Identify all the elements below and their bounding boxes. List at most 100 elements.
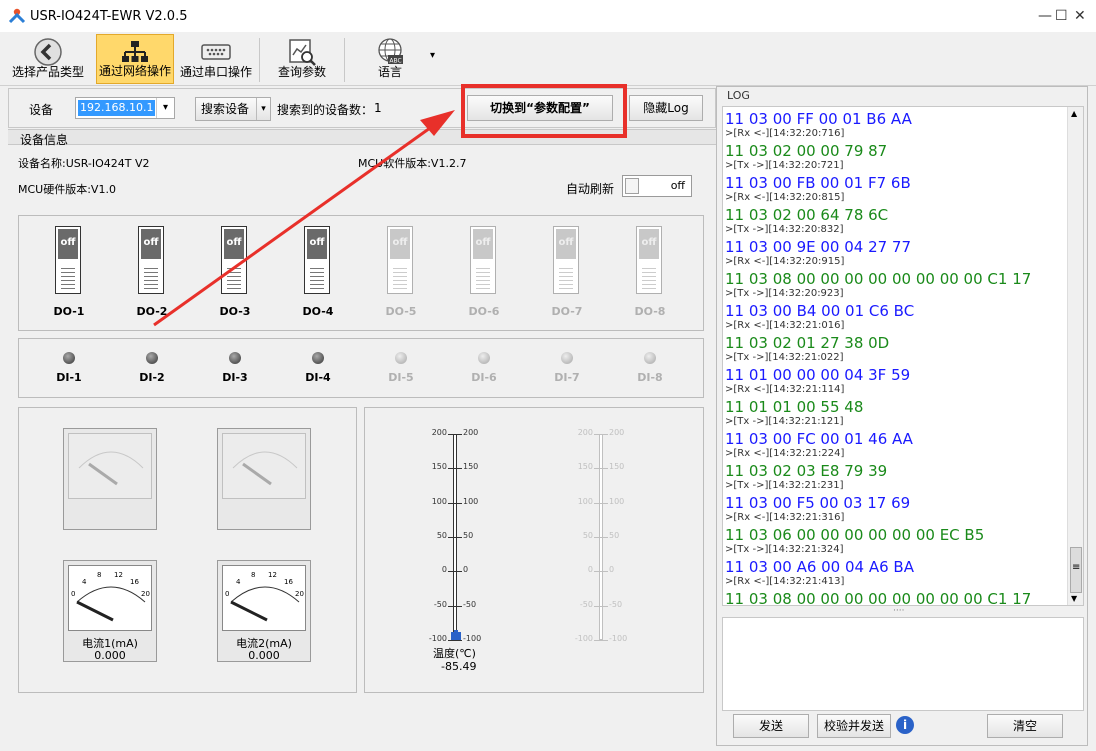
- log-hex-line: 11 03 00 FB 00 01 F7 6B: [725, 174, 911, 192]
- info-icon[interactable]: i: [896, 716, 914, 734]
- di-label-6: DI-6: [471, 371, 497, 384]
- di-led-7: [561, 352, 573, 364]
- log-timestamp-line: >[Rx <-][14:32:21:413]: [725, 576, 845, 587]
- window-title: USR-IO424T-EWR V2.0.5: [30, 9, 188, 24]
- search-dropdown-arrow[interactable]: ▾: [256, 98, 270, 120]
- language-dropdown-arrow[interactable]: ▾: [430, 50, 435, 61]
- do-label-2: DO-2: [136, 305, 168, 318]
- scroll-down-icon[interactable]: ▼: [1071, 594, 1077, 603]
- current2-gauge: 0 4 8 12 16 20 电流2(mA) 0.000: [217, 560, 311, 662]
- switch-grip: [393, 265, 407, 291]
- thermo-tick-right: -50: [463, 599, 477, 609]
- log-hex-line: 11 03 00 FC 00 01 46 AA: [725, 430, 913, 448]
- thermo-tick-mark: [448, 571, 462, 573]
- ip-combo-arrow[interactable]: ▾: [156, 98, 174, 118]
- send-button[interactable]: 发送: [733, 714, 809, 738]
- log-splitter[interactable]: ····: [893, 606, 904, 616]
- log-hex-line: 11 03 02 00 00 79 87: [725, 142, 888, 160]
- thermo-tick-right: 50: [463, 530, 474, 540]
- switch-grip: [144, 265, 158, 291]
- toggle-knob: [625, 178, 639, 194]
- log-hex-line: 11 03 06 00 00 00 00 00 00 EC B5: [725, 526, 985, 544]
- do-label-8: DO-8: [634, 305, 666, 318]
- send-input[interactable]: [722, 617, 1084, 711]
- thermo-tick-mark: [448, 502, 462, 504]
- log-scrollbar[interactable]: ▲ ≡ ▼: [1067, 107, 1083, 605]
- do-switch-2[interactable]: off: [138, 226, 164, 294]
- serial-op-button[interactable]: 通过串口操作: [176, 34, 256, 84]
- device-row: 设备 192.168.10.1 ▾ 搜索设备 ▾ 搜索到的设备数： 1 切换到“…: [8, 88, 716, 128]
- thermo-tick-left: 0: [441, 565, 447, 575]
- di-label-8: DI-8: [637, 371, 663, 384]
- thermo-tick-right: 200: [463, 428, 479, 437]
- auto-refresh-value: off: [670, 179, 685, 192]
- do-label-1: DO-1: [53, 305, 85, 318]
- gauge-disabled-1: [63, 428, 157, 530]
- search-device-button[interactable]: 搜索设备 ▾: [195, 97, 271, 121]
- thermo-tick-right: 100: [463, 496, 479, 506]
- log-hex-line: 11 03 02 03 E8 79 39: [725, 462, 888, 480]
- do-switch-1[interactable]: off: [55, 226, 81, 294]
- current1-gauge: 0 4 8 12 16 20 电流1(mA) 0.000: [63, 560, 157, 662]
- di-label-5: DI-5: [388, 371, 414, 384]
- thermo-tick-left: 200: [431, 428, 447, 437]
- minimize-button[interactable]: —: [1038, 8, 1052, 24]
- thermo-tick-left: -50: [579, 599, 593, 609]
- thermo-tick-left: 100: [577, 496, 593, 506]
- thermo-tick-left: 200: [577, 428, 593, 437]
- mcu-hw-version: MCU硬件版本:V1.0: [18, 183, 116, 196]
- log-hex-line: 11 01 01 00 55 48: [725, 398, 864, 416]
- do-switch-4[interactable]: off: [304, 226, 330, 294]
- auto-refresh-toggle[interactable]: off: [622, 175, 692, 197]
- network-op-button[interactable]: 通过网络操作: [96, 34, 174, 84]
- do-switch-5[interactable]: off: [387, 226, 413, 294]
- di-panel: DI-1 DI-2 DI-3 DI-4 DI-5 DI-6 DI-7 DI-8: [18, 338, 704, 398]
- log-hex-line: 11 03 08 00 00 00 00 00 00 00 00 C1 17: [725, 270, 1032, 288]
- do-switch-3[interactable]: off: [221, 226, 247, 294]
- di-led-5: [395, 352, 407, 364]
- maximize-button[interactable]: ☐: [1055, 8, 1068, 24]
- language-button[interactable]: ABC 语言: [354, 34, 426, 84]
- search-device-label: 搜索设备: [200, 102, 249, 116]
- do-switch-6[interactable]: off: [470, 226, 496, 294]
- log-title: LOG: [727, 89, 750, 102]
- select-product-button[interactable]: 选择产品类型: [6, 34, 90, 84]
- clear-button[interactable]: 清空: [987, 714, 1063, 738]
- scroll-up-icon[interactable]: ▲: [1071, 109, 1077, 118]
- log-timestamp-line: >[Tx ->][14:32:21:231]: [725, 480, 844, 491]
- hide-log-button[interactable]: 隐藏Log: [629, 95, 703, 121]
- toolbar-separator: [259, 38, 260, 82]
- thermo-tick-mark: [448, 605, 462, 607]
- scroll-thumb[interactable]: ≡: [1070, 547, 1082, 593]
- mcu-sw-version: MCU软件版本:V1.2.7: [358, 157, 467, 170]
- switch-state: off: [224, 229, 244, 259]
- do-switch-8[interactable]: off: [636, 226, 662, 294]
- log-timestamp-line: >[Tx ->][14:32:21:324]: [725, 544, 844, 555]
- device-info-title: 设备信息: [20, 133, 69, 147]
- log-timestamp-line: >[Rx <-][14:32:20:915]: [725, 256, 845, 267]
- switch-grip: [310, 265, 324, 291]
- thermo-tick-right: 200: [609, 428, 625, 437]
- di-led-1: [63, 352, 75, 364]
- ip-combo[interactable]: 192.168.10.1 ▾: [75, 97, 175, 119]
- thermo-tick-left: 50: [436, 530, 447, 540]
- log-hex-line: 11 03 00 9E 00 04 27 77: [725, 238, 912, 256]
- thermo-tick-left: 50: [582, 530, 593, 540]
- device-name: 设备名称:USR-IO424T V2: [18, 157, 150, 170]
- do-switch-7[interactable]: off: [553, 226, 579, 294]
- thermo-tick-right: 0: [463, 565, 469, 575]
- thermo-tick-mark: [594, 502, 608, 504]
- current2-value: 0.000: [248, 649, 280, 662]
- ip-value[interactable]: 192.168.10.1: [78, 100, 156, 116]
- log-timestamp-line: >[Rx <-][14:32:21:114]: [725, 384, 845, 395]
- switch-to-param-config-button[interactable]: 切换到“参数配置”: [467, 95, 613, 121]
- thermo-tick-right: -50: [609, 599, 623, 609]
- checksum-send-button[interactable]: 校验并发送: [817, 714, 891, 738]
- query-params-button[interactable]: 查询参数: [266, 34, 338, 84]
- log-output[interactable]: 11 03 00 FF 00 01 B6 AA >[Rx <-][14:32:20…: [722, 106, 1084, 606]
- gauge-tick: 8: [251, 571, 256, 579]
- gauge-tick: 0: [225, 590, 230, 598]
- di-label-7: DI-7: [554, 371, 580, 384]
- log-timestamp-line: >[Tx ->][14:32:20:923]: [725, 288, 844, 299]
- close-button[interactable]: ✕: [1074, 8, 1086, 24]
